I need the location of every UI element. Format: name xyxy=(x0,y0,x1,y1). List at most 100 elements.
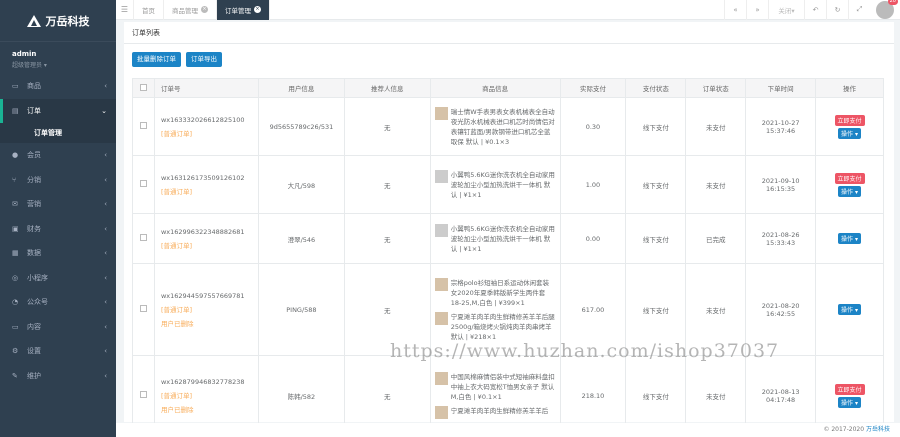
checkbox-cell xyxy=(132,97,155,156)
pay-now-button[interactable]: 立即支付 xyxy=(834,172,865,184)
actions-cell: 操作 ▾ xyxy=(815,213,884,264)
refresh-icon[interactable]: ↻ xyxy=(826,0,848,20)
product-text: 瑞士情W手表男表女表机械表全自动夜光防水机械表进口机芯时尚情侣对表镶钉蓝面/男款… xyxy=(450,107,555,146)
user-role[interactable]: 超级管理员 ▾ xyxy=(12,60,104,69)
product-text: 宁夏滩羊肉羊肉生鲜精修羔羊羊后腿2500g/箱烧烤火锅炖肉羊肉串烤羊 默认 | … xyxy=(450,312,555,341)
menu-toggle-icon[interactable]: ☰ xyxy=(116,0,134,20)
pay-method-cell: 线下支付 xyxy=(625,97,687,156)
caret-down-icon: ▾ xyxy=(853,130,858,138)
order-date: 2021-09-10 xyxy=(761,176,800,185)
menu-icon: ◎ xyxy=(12,273,19,282)
sidebar-item-2[interactable]: 订单管理 xyxy=(0,123,116,143)
sidebar-item-8[interactable]: ◎ 小程序 ‹ xyxy=(0,266,116,291)
product-thumbnail xyxy=(434,223,448,237)
export-button[interactable]: 订单导出 xyxy=(186,52,222,67)
operate-dropdown-button[interactable]: 操作 ▾ xyxy=(838,185,861,197)
sidebar-item-1[interactable]: ▤ 订单 ⌄ xyxy=(0,98,116,123)
order-type-tag: [普通订单] xyxy=(160,391,193,400)
sidebar-item-4[interactable]: ⑂ 分销 ‹ xyxy=(0,168,116,193)
actions-cell: 立即支付 操作 ▾ xyxy=(815,97,884,156)
avatar[interactable]: 20 xyxy=(876,0,898,19)
user-panel[interactable]: admin 超级管理员 ▾ xyxy=(0,42,116,74)
menu-icon: ▤ xyxy=(12,106,19,115)
topbar: ☰ 首页 商品管理 × 订单管理 × « » 关闭▾ ↶ ↻ ⤢ 20 xyxy=(116,0,900,20)
chevron-left-icon: ‹ xyxy=(104,200,107,209)
status-cell: 未支付 xyxy=(685,155,747,214)
chevron-left-icon: ‹ xyxy=(104,347,107,356)
footer-brand-link[interactable]: 万岳科技 xyxy=(866,426,890,433)
close-icon[interactable]: × xyxy=(201,6,208,13)
product-text: 中国风棉麻情侣装中式短袖麻料盘扣中袖上衣大码宽松T恤男女亲子 默认 M,白色 |… xyxy=(450,373,555,401)
sidebar-item-9[interactable]: ◔ 公众号 ‹ xyxy=(0,290,116,315)
sidebar-item-6[interactable]: ▣ 财务 ‹ xyxy=(0,217,116,242)
sidebar-item-label: 会员 xyxy=(27,151,41,160)
product-text: 宗格polo衫短袖日系运动休闲套装女2020年夏季韩版新学生两件套 18-25,… xyxy=(450,278,550,307)
order-time: 15:37:46 xyxy=(765,126,796,135)
row-checkbox[interactable] xyxy=(139,391,147,398)
operate-dropdown-button[interactable]: 操作 ▾ xyxy=(838,396,861,408)
caret-down-icon: ▾ xyxy=(853,236,858,243)
tab-label: 订单管理 xyxy=(225,6,251,15)
table-row: wx163126173509126102 [普通订单] 大凡/598 无小翼鸭5.6K… xyxy=(132,155,884,214)
menu-icon: ⚙ xyxy=(12,347,19,356)
tab-1[interactable]: 商品管理 × xyxy=(164,0,217,20)
user-cell: 9d5655789c26/531 xyxy=(257,97,345,156)
operate-dropdown-button[interactable]: 操作 ▾ xyxy=(838,233,861,244)
deleted-user-note: 用户已删除 xyxy=(160,405,194,414)
chevron-left-icon: ‹ xyxy=(104,175,107,184)
operate-dropdown-button[interactable]: 操作 ▾ xyxy=(838,127,861,139)
notification-badge: 20 xyxy=(887,0,898,5)
paid-cell: 1.00 xyxy=(559,155,627,214)
sidebar-item-5[interactable]: ✉ 营销 ‹ xyxy=(0,192,116,217)
sidebar-item-label: 数据 xyxy=(27,249,41,258)
sidebar-item-label: 财务 xyxy=(27,224,41,233)
product-item: 瑞士情W手表男表女表机械表全自动夜光防水机械表进口机芯时尚情侣对表镶钉蓝面/男款… xyxy=(431,105,560,149)
pay-now-button[interactable]: 立即支付 xyxy=(834,383,865,395)
fullscreen-icon[interactable]: ⤢ xyxy=(848,0,870,20)
actions-cell: 立即支付 操作 ▾ xyxy=(815,155,884,214)
product-text: 宁夏滩羊肉羊肉生鲜精修羔羊羊后 xyxy=(450,407,549,415)
sidebar-item-7[interactable]: ▦ 数据 ‹ xyxy=(0,241,116,266)
close-icon[interactable]: × xyxy=(254,6,261,13)
pay-now-button[interactable]: 立即支付 xyxy=(834,114,865,126)
order-number: wx162944597557669781 xyxy=(160,291,245,300)
checkbox-cell xyxy=(132,263,155,356)
scroll-left-icon[interactable]: « xyxy=(724,0,746,20)
logo-icon xyxy=(26,14,41,27)
order-date: 2021-10-27 xyxy=(761,118,800,127)
operate-dropdown-button[interactable]: 操作 ▾ xyxy=(838,304,861,315)
sidebar-item-label: 小程序 xyxy=(27,273,48,282)
watermark: https://www.huzhan.com/ishop37037 xyxy=(390,340,780,362)
order-cell: wx163332026612825100 [普通订单] xyxy=(153,97,259,156)
logo-text: 万岳科技 xyxy=(45,14,90,28)
product-thumbnail xyxy=(434,311,448,325)
deleted-user-note: 用户已删除 xyxy=(160,319,194,328)
tab-0[interactable]: 首页 xyxy=(134,0,164,20)
row-checkbox[interactable] xyxy=(139,305,147,312)
sidebar-item-label: 订单 xyxy=(27,106,41,115)
select-all-checkbox[interactable] xyxy=(139,83,147,91)
date-cell: 2021-09-10 16:15:35 xyxy=(745,155,817,214)
order-type-tag: [普通订单] xyxy=(160,241,193,250)
logo[interactable]: 万岳科技 xyxy=(0,0,116,42)
sidebar-item-0[interactable]: ▭ 商品 ‹ xyxy=(0,74,116,99)
order-cell: wx162944597557669781 [普通订单] 用户已删除 xyxy=(153,263,259,356)
order-type-tag: [普通订单] xyxy=(160,305,193,314)
tab-2[interactable]: 订单管理 × xyxy=(217,0,270,20)
sidebar-item-10[interactable]: ▭ 内容 ‹ xyxy=(0,315,116,340)
sidebar-item-11[interactable]: ⚙ 设置 ‹ xyxy=(0,339,116,364)
scroll-right-icon[interactable]: » xyxy=(746,0,768,20)
row-checkbox[interactable] xyxy=(139,234,147,241)
sidebar-item-3[interactable]: ● 会员 ‹ xyxy=(0,143,116,168)
sidebar-item-12[interactable]: ✎ 维护 ‹ xyxy=(0,364,116,389)
caret-down-icon: ▾ xyxy=(853,188,858,196)
product-item: 宁夏滩羊肉羊肉生鲜精修羔羊羊后 xyxy=(431,404,560,421)
product-item: 小翼鸭5.6KG迷你洗衣机全自动家用波轮加尘小型加热洗烘干一体机 默认 | ¥1… xyxy=(431,168,560,202)
close-tabs-button[interactable]: 关闭▾ xyxy=(768,0,804,20)
row-checkbox[interactable] xyxy=(139,122,147,129)
date-cell: 2021-08-26 15:33:43 xyxy=(745,213,817,264)
row-checkbox[interactable] xyxy=(139,180,147,187)
batch-delete-button[interactable]: 批量删除订单 xyxy=(132,52,181,67)
order-cell: wx163126173509126102 [普通订单] xyxy=(153,155,259,214)
back-icon[interactable]: ↶ xyxy=(804,0,826,20)
